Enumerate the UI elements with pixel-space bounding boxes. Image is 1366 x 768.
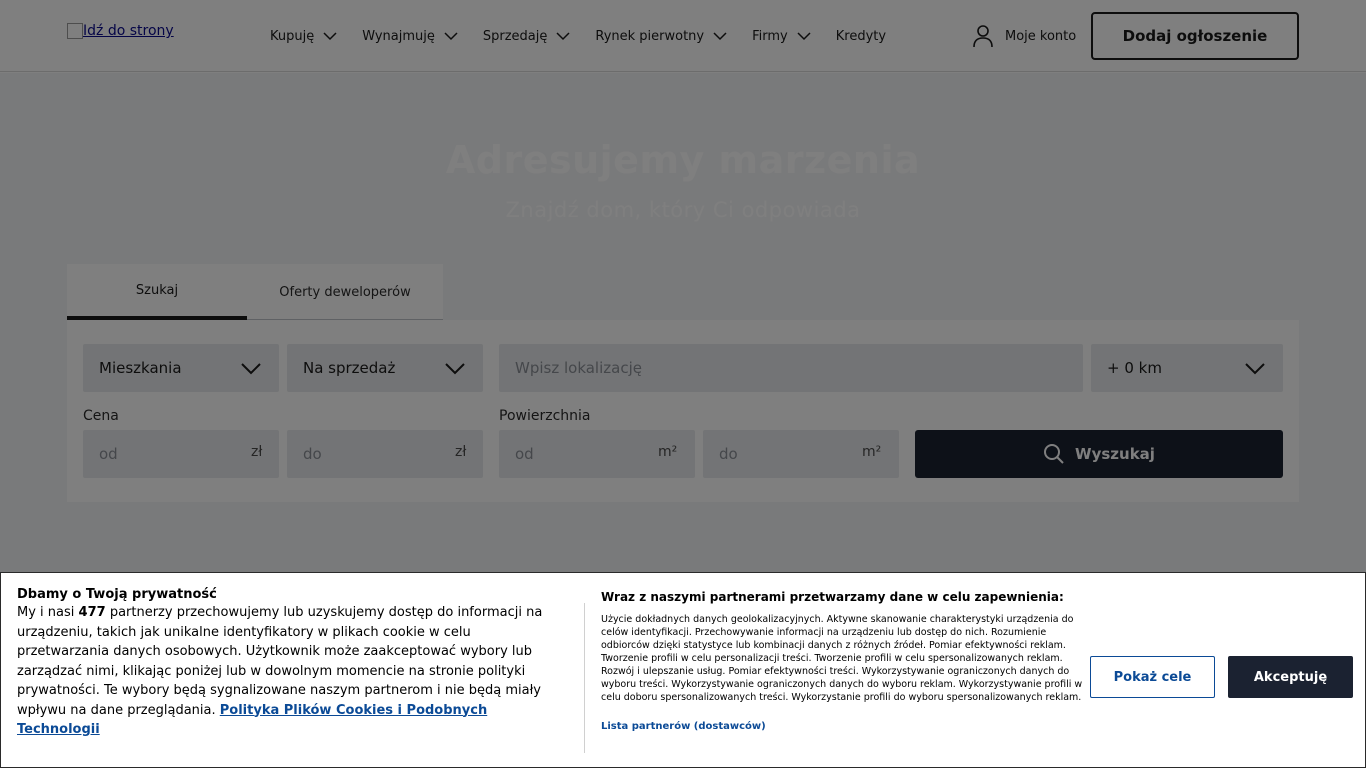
purposes-text: Użycie dokładnych danych geolokalizacyjn… (601, 614, 1083, 703)
purposes-title: Wraz z naszymi partnerami przetwarzamy d… (601, 590, 1064, 604)
partner-count: 477 (78, 605, 106, 620)
show-purposes-button[interactable]: Pokaż cele (1090, 656, 1215, 698)
consent-body: My i nasi 477 partnerzy przechowujemy lu… (17, 603, 565, 740)
consent-body-text: partnerzy przechowujemy lub uzyskujemy d… (17, 605, 543, 718)
divider (584, 603, 585, 753)
partners-list-link[interactable]: Lista partnerów (dostawców) (601, 721, 766, 732)
consent-body-prefix: My i nasi (17, 605, 75, 620)
consent-title: Dbamy o Twoją prywatność (17, 587, 217, 602)
cookie-consent-banner: Dbamy o Twoją prywatność My i nasi 477 p… (0, 572, 1366, 768)
accept-button[interactable]: Akceptuję (1228, 656, 1353, 698)
